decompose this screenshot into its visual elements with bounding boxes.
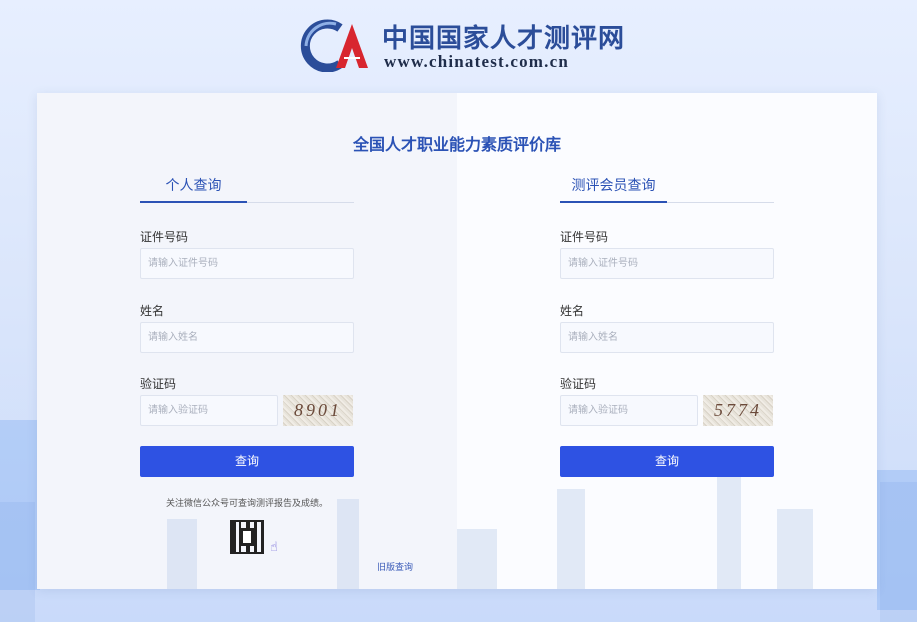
- id-number-input[interactable]: [140, 248, 354, 279]
- id-number-label: 证件号码: [140, 230, 189, 244]
- member-name-input[interactable]: [560, 322, 774, 353]
- background-decoration-right: [877, 470, 917, 610]
- personal-tabs: 个人查询: [140, 173, 354, 203]
- site-url: www.chinatest.com.cn: [384, 52, 570, 71]
- background-decoration-left: [0, 420, 40, 590]
- personal-query-button[interactable]: 查询: [140, 446, 354, 477]
- member-tabs: 测评会员查询: [560, 173, 774, 203]
- member-id-number-label: 证件号码: [560, 230, 609, 244]
- member-captcha-input[interactable]: [560, 395, 698, 426]
- tab-member-query[interactable]: 测评会员查询: [560, 173, 667, 203]
- member-captcha-image[interactable]: 5774: [703, 395, 773, 426]
- hand-pointer-icon: ☝: [270, 540, 278, 555]
- member-query-button[interactable]: 查询: [560, 446, 774, 477]
- name-input[interactable]: [140, 322, 354, 353]
- old-version-query-link[interactable]: 旧版查询: [377, 560, 413, 573]
- member-id-number-input[interactable]: [560, 248, 774, 279]
- captcha-label: 验证码: [140, 377, 177, 391]
- query-card: 全国人才职业能力素质评价库 个人查询 证件号码 姓名 验证码 8901 查询 关…: [37, 93, 877, 589]
- card-cityscape: [37, 459, 877, 589]
- captcha-image[interactable]: 8901: [283, 395, 353, 426]
- name-label: 姓名: [140, 304, 165, 318]
- member-name-label: 姓名: [560, 304, 585, 318]
- member-query-panel: 测评会员查询 证件号码 姓名 验证码 5774 查询: [560, 173, 774, 477]
- tab-personal-query[interactable]: 个人查询: [140, 173, 247, 203]
- wechat-note: 关注微信公众号可查询测评报告及成绩。: [165, 499, 328, 509]
- qr-code-icon: [230, 520, 264, 554]
- member-captcha-label: 验证码: [560, 377, 597, 391]
- site-header: 中国国家人才测评网 www.chinatest.com.cn: [0, 14, 917, 74]
- captcha-input[interactable]: [140, 395, 278, 426]
- site-title: 中国国家人才测评网: [382, 24, 626, 54]
- card-title: 全国人才职业能力素质评价库: [352, 135, 561, 154]
- personal-query-panel: 个人查询 证件号码 姓名 验证码 8901 查询 关注微信公众号可查询测评报告及…: [140, 173, 354, 555]
- ca-logo-icon[interactable]: [296, 18, 376, 72]
